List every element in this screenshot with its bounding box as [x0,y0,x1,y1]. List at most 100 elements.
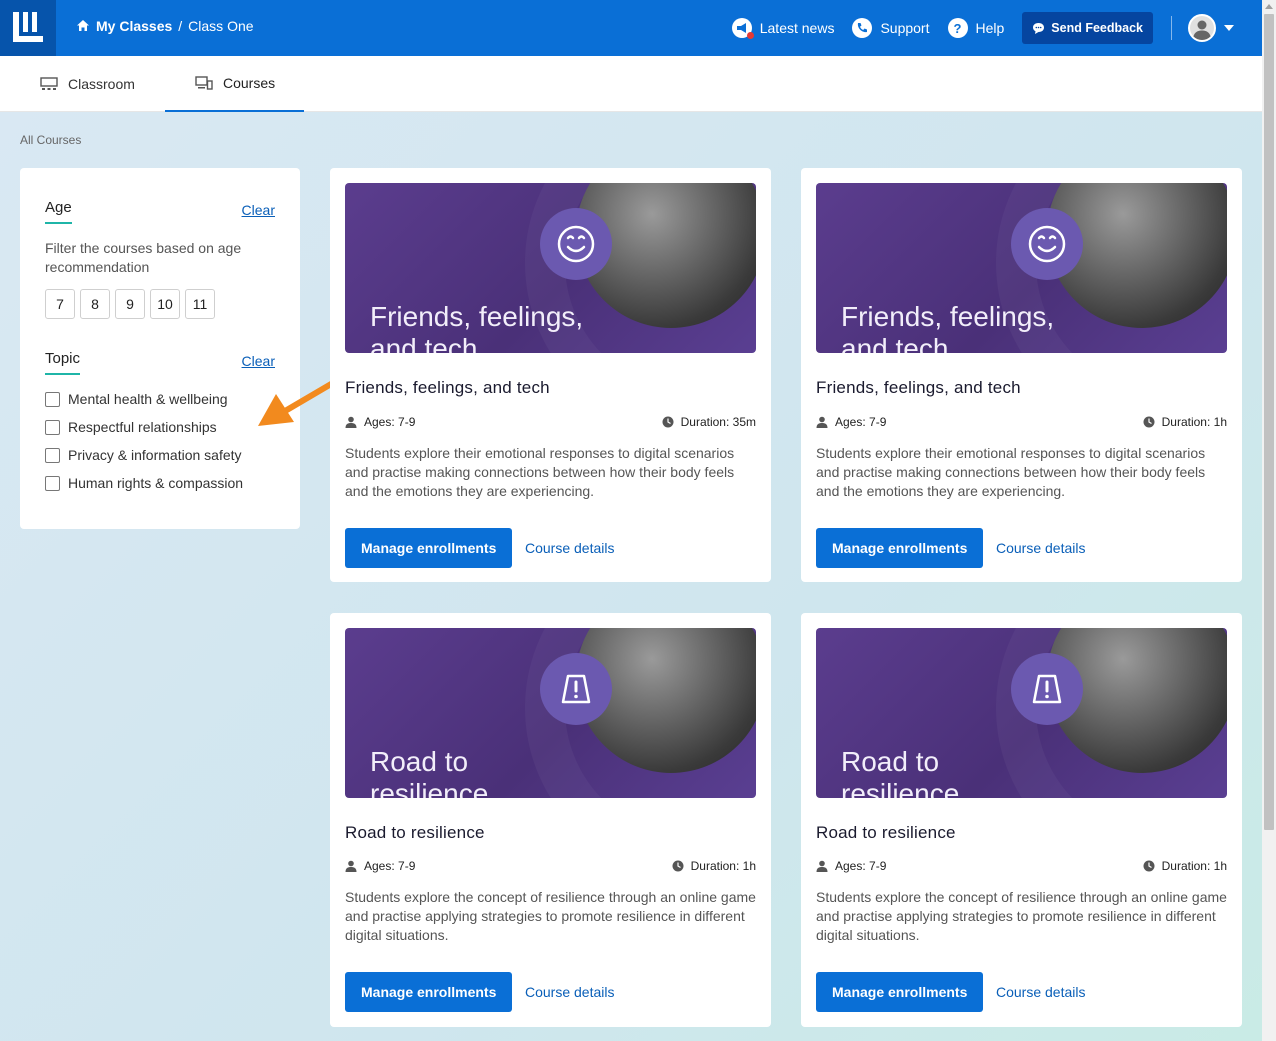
scroll-up-arrow-icon[interactable] [1265,4,1273,9]
clock-icon [672,860,684,872]
banner-title: Road to [841,746,940,777]
breadcrumb-my-classes[interactable]: My Classes [96,18,172,34]
banner-title: Road to [370,746,469,777]
course-card: Friends, feelings, and tech Friends, fee… [330,168,771,582]
filter-panel: Age Clear Filter the courses based on ag… [20,168,300,529]
phone-icon [852,18,873,38]
age-option-9[interactable]: 9 [115,289,145,319]
age-clear-link[interactable]: Clear [242,202,275,218]
banner-title-line2: and tech [370,333,478,353]
course-details-link[interactable]: Course details [996,972,1086,1012]
tab-courses[interactable]: Courses [165,56,304,112]
header-divider [1171,16,1172,40]
user-avatar[interactable] [1188,14,1216,42]
course-ages-label: Ages: 7-9 [835,415,887,429]
course-card: Road to resilience Road to resilience Ag… [330,613,771,1027]
main-content: All Courses Age Clear Filter the courses… [0,112,1262,1041]
question-icon: ? [947,18,968,38]
course-banner[interactable]: Friends, feelings, and tech [345,183,756,353]
course-card: Road to resilience Road to resilience Ag… [801,613,1242,1027]
support-link[interactable]: Support [852,18,930,38]
topic-option-privacy[interactable]: Privacy & information safety [45,447,242,463]
manage-enrollments-button[interactable]: Manage enrollments [816,528,984,568]
banner-title: Friends, feelings, [370,301,584,332]
manage-enrollments-button[interactable]: Manage enrollments [345,528,513,568]
latest-news-label: Latest news [759,20,835,36]
course-details-link[interactable]: Course details [525,528,615,568]
tab-classroom[interactable]: Classroom [40,56,160,112]
scrollbar-thumb[interactable] [1264,14,1274,830]
home-icon [77,20,89,31]
help-link[interactable]: ? Help [947,18,1004,38]
chat-bubble-icon [1033,22,1045,34]
devices-icon [195,76,213,90]
send-feedback-button[interactable]: Send Feedback [1022,12,1153,44]
tab-courses-label: Courses [223,75,276,91]
course-title: Road to resilience [345,823,485,842]
course-ages: Ages: 7-9 [816,415,886,429]
clock-icon [1143,860,1155,872]
support-label: Support [880,20,930,36]
manage-enrollments-button[interactable]: Manage enrollments [816,972,984,1012]
user-menu-chevron-down-icon[interactable] [1224,25,1234,31]
banner-title-line2: resilience [370,778,489,798]
topic-option-mental-health[interactable]: Mental health & wellbeing [45,391,228,407]
person-icon [345,416,357,428]
topic-option-label: Mental health & wellbeing [68,391,228,407]
course-banner[interactable]: Road to resilience [345,628,756,798]
smiley-icon [540,208,612,280]
person-icon [816,860,828,872]
send-feedback-label: Send Feedback [1051,21,1143,35]
course-ages-label: Ages: 7-9 [835,859,887,873]
course-banner[interactable]: Friends, feelings, and tech [816,183,1227,353]
course-title: Friends, feelings, and tech [345,378,550,397]
banner-title-line2: resilience [841,778,960,798]
section-label: All Courses [20,133,82,147]
top-bar: My Classes / Class One Latest news Suppo… [0,0,1262,56]
course-description: Students explore their emotional respons… [816,445,1206,499]
course-duration-label: Duration: 1h [1161,415,1227,429]
warning-sign-icon [1011,653,1083,725]
latest-news-link[interactable]: Latest news [731,18,835,39]
age-filter-heading: Age [45,199,72,224]
course-duration: Duration: 1h [672,859,756,873]
smiley-icon [1011,208,1083,280]
age-option-11[interactable]: 11 [185,289,215,319]
clock-icon [1143,416,1155,428]
course-description: Students explore the concept of resilien… [345,889,756,943]
age-option-7[interactable]: 7 [45,289,75,319]
classroom-icon [40,77,58,90]
age-filter-description: Filter the courses based on age recommen… [45,240,242,275]
megaphone-icon [731,18,754,39]
manage-enrollments-button[interactable]: Manage enrollments [345,972,513,1012]
course-ages: Ages: 7-9 [816,859,886,873]
age-option-10[interactable]: 10 [150,289,180,319]
course-duration: Duration: 1h [1143,415,1227,429]
topic-filter-heading: Topic [45,350,81,375]
checkbox[interactable] [45,447,60,463]
topic-option-label: Respectful relationships [68,419,217,435]
checkbox[interactable] [45,419,60,435]
topic-option-respectful-relationships[interactable]: Respectful relationships [45,419,217,435]
topic-option-label: Privacy & information safety [68,447,242,463]
warning-sign-icon [540,653,612,725]
page-scrollbar[interactable] [1262,0,1276,1041]
course-duration: Duration: 1h [1143,859,1227,873]
course-duration: Duration: 35m [662,415,756,429]
course-duration-label: Duration: 35m [680,415,756,429]
course-banner[interactable]: Road to resilience [816,628,1227,798]
checkbox[interactable] [45,391,60,407]
breadcrumb-separator: / [178,18,183,34]
course-details-link[interactable]: Course details [996,528,1086,568]
course-ages: Ages: 7-9 [345,859,415,873]
age-option-8[interactable]: 8 [80,289,110,319]
course-ages-label: Ages: 7-9 [364,415,416,429]
checkbox[interactable] [45,475,60,491]
logo-icon [13,12,43,42]
app-logo[interactable] [0,0,56,56]
course-description: Students explore the concept of resilien… [816,889,1227,943]
topic-option-human-rights[interactable]: Human rights & compassion [45,475,243,491]
course-details-link[interactable]: Course details [525,972,615,1012]
course-duration-label: Duration: 1h [1161,859,1227,873]
topic-option-label: Human rights & compassion [68,475,244,491]
